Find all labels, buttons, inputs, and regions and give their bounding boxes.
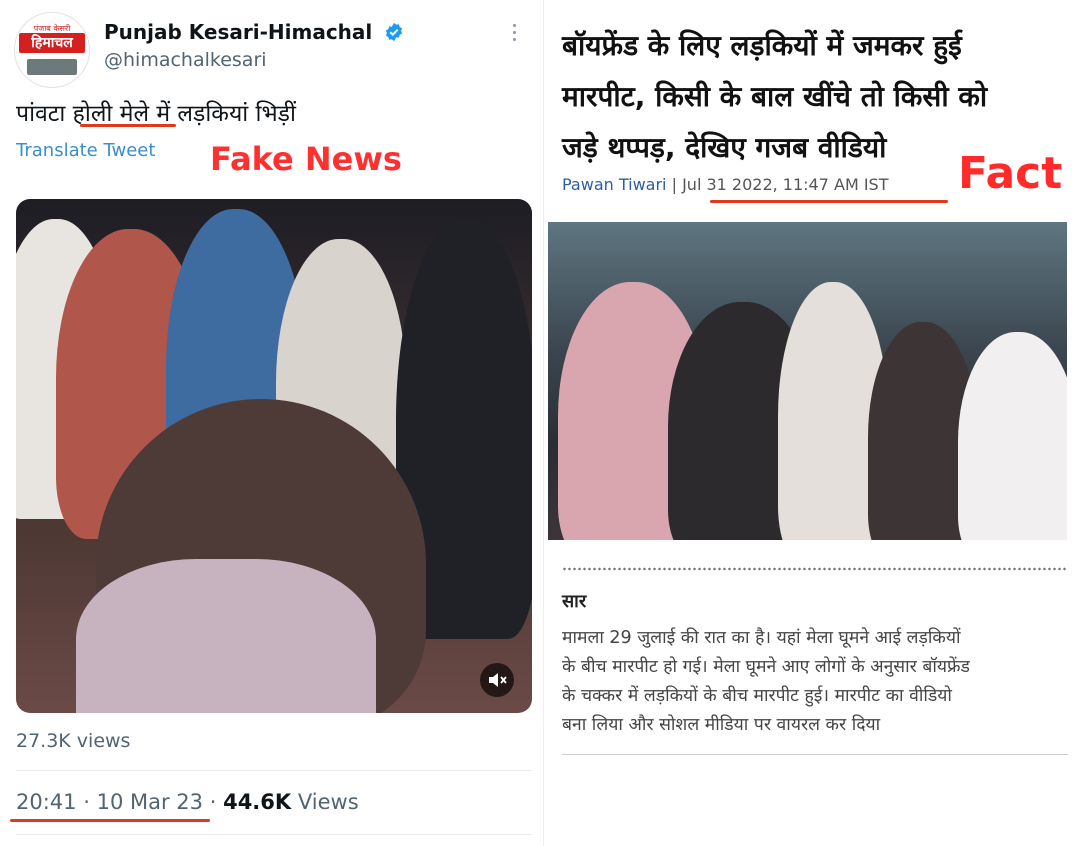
dotted-divider [562, 566, 1068, 572]
tweet-meta: 20:41 · 10 Mar 23 · 44.6K Views [16, 790, 359, 814]
article-photo[interactable] [548, 222, 1067, 540]
divider [16, 834, 532, 835]
speaker-muted-icon [489, 673, 507, 687]
summary-line: बना लिया और सोशल मीडिया पर वायरल कर दिया [562, 715, 881, 735]
account-handle[interactable]: @himachalkesari [104, 49, 267, 71]
published-date: Jul 31 2022, 11:47 AM IST [682, 175, 889, 194]
mute-button[interactable] [480, 663, 514, 697]
translate-tweet-link[interactable]: Translate Tweet [16, 140, 155, 161]
verified-badge-icon [385, 22, 403, 42]
highlight-underline-event [80, 124, 176, 127]
byline: Pawan Tiwari | Jul 31 2022, 11:47 AM IST [562, 175, 888, 194]
highlight-underline-published [710, 200, 948, 203]
summary-heading: सार [562, 591, 587, 612]
fake-news-label: Fake News [210, 140, 402, 178]
meta-separator: · [209, 790, 217, 814]
more-options-icon[interactable] [512, 24, 518, 46]
tweet-panel: पंजाब केसरी हिमाचल Punjab Kesari-Himacha… [0, 0, 544, 846]
account-avatar[interactable]: पंजाब केसरी हिमाचल [14, 12, 90, 88]
byline-separator: | [671, 175, 677, 194]
tweet-time[interactable]: 20:41 [16, 790, 77, 814]
meta-separator: · [83, 790, 90, 814]
video-views: 27.3K views [16, 730, 131, 752]
tweet-views-word: Views [297, 790, 359, 814]
avatar-logo-main: हिमाचल [19, 33, 85, 53]
tweet-date[interactable]: 10 Mar 23 [97, 790, 203, 814]
tweet-video[interactable] [16, 199, 532, 713]
summary-line: के चक्कर में लड़कियों के बीच मारपीट हुई।… [562, 686, 952, 706]
article-panel: बॉयफ्रेंड के लिए लड़कियों में जमकर हुई म… [544, 0, 1080, 846]
summary-line: के बीच मारपीट हो गई। मेला घूमने आए लोगों… [562, 657, 970, 677]
highlight-underline-date [10, 819, 210, 822]
scene-figure [958, 332, 1067, 540]
crowd-figure [76, 559, 376, 713]
divider [16, 770, 532, 771]
avatar-logo-image [27, 59, 77, 75]
headline-line: बॉयफ्रेंड के लिए लड़कियों में जमकर हुई [562, 29, 962, 62]
headline-line: मारपीट, किसी के बाल खींचे तो किसी को [562, 80, 988, 113]
author-name[interactable]: Pawan Tiwari [562, 175, 667, 194]
summary-line: मामला 29 जुलाई की रात का है। यहां मेला घ… [562, 628, 961, 648]
fact-label: Fact [958, 148, 1063, 199]
bottom-divider [562, 754, 1068, 755]
account-name[interactable]: Punjab Kesari-Himachal [104, 20, 372, 44]
tweet-views-number: 44.6K [223, 790, 292, 814]
summary-text: मामला 29 जुलाई की रात का है। यहां मेला घ… [562, 624, 1068, 740]
